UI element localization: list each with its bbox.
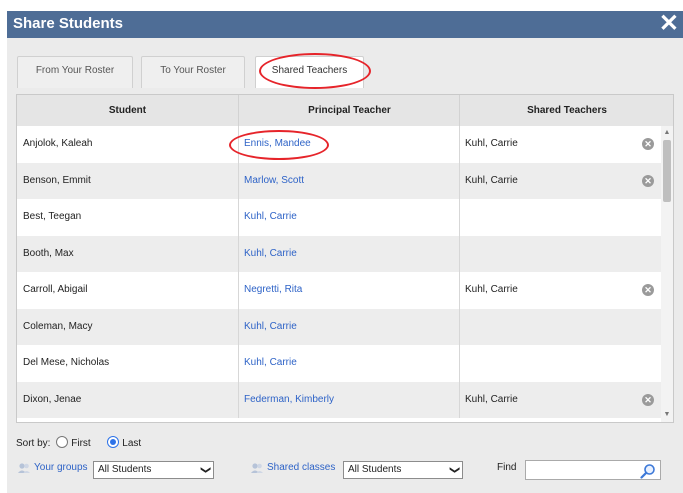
table-row: Del Mese, Nicholas Kuhl, Carrie xyxy=(17,345,661,382)
your-groups-link[interactable]: Your groups xyxy=(34,462,88,473)
groups-select-value: All Students xyxy=(98,464,152,475)
shared-teacher-cell xyxy=(459,235,661,272)
tab-label: To Your Roster xyxy=(160,65,226,76)
grid-rows: Anjolok, Kaleah Ennis, Mandee Kuhl, Carr… xyxy=(17,126,661,422)
principal-teacher-cell: Marlow, Scott xyxy=(238,162,459,199)
header-shared-teachers[interactable]: Shared Teachers xyxy=(459,95,673,126)
annotation-circle-tab xyxy=(259,53,371,89)
close-icon[interactable]: ✕ xyxy=(659,12,679,36)
remove-icon[interactable]: ✕ xyxy=(642,284,654,296)
search-icon[interactable] xyxy=(640,463,656,482)
shared-teacher-name: Kuhl, Carrie xyxy=(465,138,518,149)
shared-teacher-cell xyxy=(459,345,661,382)
remove-icon[interactable]: ✕ xyxy=(642,393,654,406)
student-name: Anjolok, Kaleah xyxy=(23,138,93,149)
sort-options: Sort by: First Last xyxy=(16,436,141,449)
groups-select[interactable]: All Students ❯ xyxy=(93,461,214,479)
scroll-up-icon[interactable]: ▲ xyxy=(661,128,673,138)
student-name: Benson, Emmit xyxy=(23,174,91,186)
grid-scrollbar[interactable]: ▲ ▼ xyxy=(661,126,673,422)
principal-teacher-cell: Kuhl, Carrie xyxy=(238,345,459,382)
principal-teacher-cell: Federman, Kimberly xyxy=(238,381,459,418)
sort-label: Sort by: xyxy=(16,438,51,449)
principal-teacher-link[interactable]: Kuhl, Carrie xyxy=(244,321,297,332)
students-grid: Student Principal Teacher Shared Teacher… xyxy=(16,94,674,423)
shared-teacher-name: Kuhl, Carrie xyxy=(465,174,518,186)
header-student[interactable]: Student xyxy=(17,95,238,126)
header-principal-teacher[interactable]: Principal Teacher xyxy=(238,95,460,126)
chevron-down-icon: ❯ xyxy=(199,465,211,475)
principal-teacher-cell: Kuhl, Carrie xyxy=(238,235,459,272)
table-row: Anjolok, Kaleah Ennis, Mandee Kuhl, Carr… xyxy=(17,126,661,163)
sort-first-label[interactable]: First xyxy=(71,438,90,449)
student-name: Booth, Max xyxy=(23,247,74,259)
remove-icon[interactable]: ✕ xyxy=(642,174,654,187)
table-row: Carroll, Abigail Negretti, Rita Kuhl, Ca… xyxy=(17,272,661,309)
principal-teacher-link[interactable]: Kuhl, Carrie xyxy=(244,357,297,368)
shared-teacher-cell: Kuhl, Carrie ✕ xyxy=(459,162,661,199)
principal-teacher-link[interactable]: Kuhl, Carrie xyxy=(244,248,297,259)
student-name: Best, Teegan xyxy=(23,211,82,222)
student-name: Dixon, Jenae xyxy=(23,393,82,405)
table-row: Booth, Max Kuhl, Carrie xyxy=(17,235,661,272)
dialog-title: Share Students xyxy=(13,15,124,32)
sort-first-radio[interactable] xyxy=(56,436,69,448)
student-name: Coleman, Macy xyxy=(23,320,93,332)
shared-teacher-name: Kuhl, Carrie xyxy=(465,393,518,405)
principal-teacher-cell: Kuhl, Carrie xyxy=(238,199,459,236)
principal-teacher-link[interactable]: Marlow, Scott xyxy=(244,175,304,186)
groups-icon xyxy=(17,462,31,477)
grid-header: Student Principal Teacher Shared Teacher… xyxy=(17,95,673,127)
chevron-down-icon: ❯ xyxy=(448,465,460,475)
tab-label: From Your Roster xyxy=(35,65,115,76)
shared-classes-select[interactable]: All Students ❯ xyxy=(343,461,463,479)
shared-teacher-cell: Kuhl, Carrie ✕ xyxy=(459,126,661,163)
shared-classes-select-value: All Students xyxy=(348,464,402,475)
shared-classes-icon xyxy=(250,462,264,477)
dialog-titlebar: Share Students ✕ xyxy=(7,11,683,38)
tab-from-your-roster[interactable]: From Your Roster xyxy=(17,56,133,88)
principal-teacher-link[interactable]: Negretti, Rita xyxy=(244,284,302,295)
table-row: Dixon, Jenae Federman, Kimberly Kuhl, Ca… xyxy=(17,381,661,418)
find-input[interactable] xyxy=(525,460,661,480)
shared-teacher-name: Kuhl, Carrie xyxy=(465,284,518,295)
table-row: Coleman, Macy Kuhl, Carrie xyxy=(17,308,661,345)
sort-last-label[interactable]: Last xyxy=(122,438,141,449)
remove-icon[interactable]: ✕ xyxy=(642,138,654,150)
sort-last-radio[interactable] xyxy=(107,436,120,448)
table-row: Best, Teegan Kuhl, Carrie xyxy=(17,199,661,236)
student-name: Del Mese, Nicholas xyxy=(23,357,110,368)
shared-teacher-cell: Kuhl, Carrie ✕ xyxy=(459,272,661,309)
shared-teacher-cell xyxy=(459,308,661,345)
principal-teacher-cell: Negretti, Rita xyxy=(238,272,459,309)
table-row: Benson, Emmit Marlow, Scott Kuhl, Carrie… xyxy=(17,162,661,199)
find-label: Find xyxy=(497,462,517,473)
scroll-thumb[interactable] xyxy=(663,140,671,202)
scroll-down-icon[interactable]: ▼ xyxy=(661,410,673,420)
tab-to-your-roster[interactable]: To Your Roster xyxy=(141,56,245,88)
shared-teacher-cell: Kuhl, Carrie ✕ xyxy=(459,381,661,418)
shared-classes-link[interactable]: Shared classes xyxy=(267,462,335,473)
annotation-circle-principal xyxy=(229,130,329,160)
shared-teacher-cell xyxy=(459,199,661,236)
student-name: Carroll, Abigail xyxy=(23,284,88,295)
principal-teacher-link[interactable]: Kuhl, Carrie xyxy=(244,211,297,222)
principal-teacher-link[interactable]: Federman, Kimberly xyxy=(244,394,334,405)
principal-teacher-cell: Kuhl, Carrie xyxy=(238,308,459,345)
